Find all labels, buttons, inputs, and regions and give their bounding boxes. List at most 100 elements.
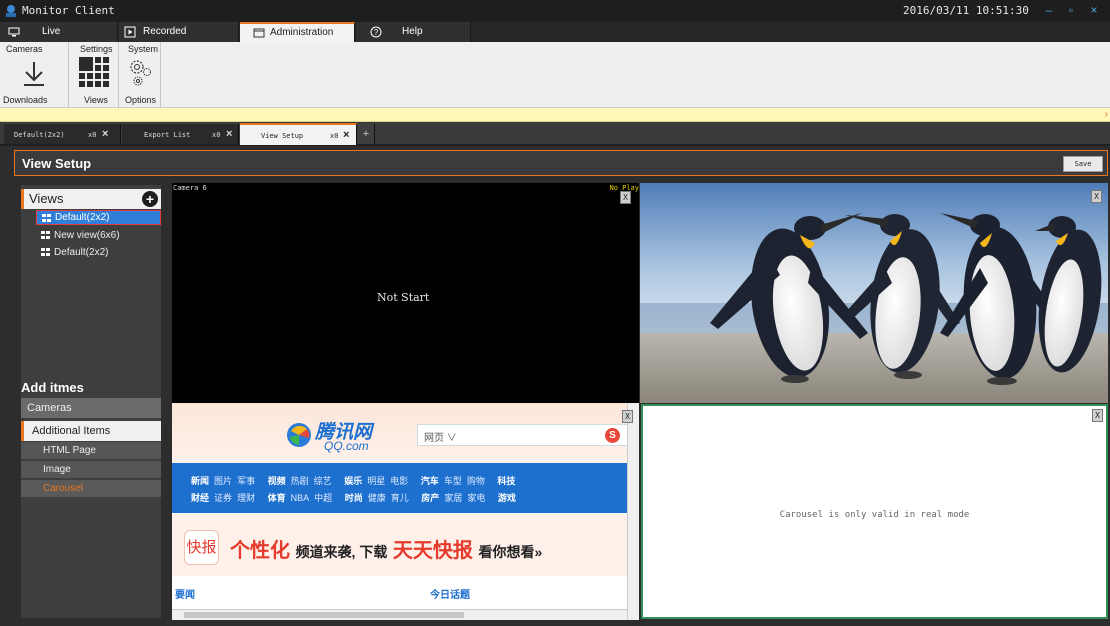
nav-link[interactable]: 购物 bbox=[467, 476, 485, 486]
tab-administration[interactable]: Administration bbox=[240, 22, 355, 42]
options-button[interactable]: Options bbox=[125, 95, 156, 105]
web-nav-row-1: 新闻 图片 军事 视频 热剧 综艺 娱乐 明星 电影 汽车 车型 购物 科技 bbox=[191, 474, 515, 487]
qq-logo-icon bbox=[287, 423, 311, 447]
web-header: 腾讯网 QQ.com 网页 ∨ S bbox=[172, 403, 639, 463]
carousel-message: Carousel is only valid in real mode bbox=[779, 510, 970, 520]
maximize-button[interactable]: ▫ bbox=[1062, 2, 1080, 18]
save-button[interactable]: Save bbox=[1063, 156, 1103, 172]
view-cell-carousel[interactable]: X Carousel is only valid in real mode bbox=[641, 404, 1108, 619]
tab-live[interactable]: Live bbox=[0, 22, 118, 42]
category-cameras[interactable]: Cameras bbox=[21, 398, 161, 418]
nav-link[interactable]: 明星 bbox=[367, 476, 385, 486]
notification-strip: › bbox=[0, 108, 1110, 122]
kuaibao-icon: 快报 bbox=[184, 530, 219, 565]
pin-icon[interactable]: x0 bbox=[330, 132, 338, 140]
ribbon: Cameras Downloads Settings Views System bbox=[0, 42, 1110, 108]
nav-link[interactable]: NBA bbox=[291, 493, 310, 503]
nav-link[interactable]: 车型 bbox=[444, 476, 462, 486]
sub-item-html-page[interactable]: HTML Page bbox=[21, 442, 161, 460]
nav-link[interactable]: 视频 bbox=[268, 476, 286, 486]
web-search-input[interactable]: 网页 ∨ S bbox=[417, 424, 629, 446]
close-icon[interactable]: × bbox=[343, 129, 349, 141]
ribbon-group-cameras: Cameras Downloads bbox=[0, 42, 69, 108]
remove-cell-button[interactable]: X bbox=[620, 191, 631, 204]
chevron-right-icon[interactable]: › bbox=[1105, 108, 1108, 122]
nav-link[interactable]: 房产 bbox=[421, 493, 439, 503]
scroll-thumb[interactable] bbox=[184, 612, 464, 618]
gear-icon[interactable] bbox=[126, 57, 156, 91]
web-nav-row-2: 财经 证券 理财 体育 NBA 中超 时尚 健康 育儿 房产 家居 家电 游戏 bbox=[191, 491, 516, 504]
svg-text:?: ? bbox=[374, 28, 379, 37]
nav-link[interactable]: 军事 bbox=[237, 476, 255, 486]
view-item-default-2x2[interactable]: Default(2x2) bbox=[36, 210, 161, 225]
add-tab-button[interactable]: + bbox=[358, 124, 375, 144]
views-button[interactable]: Views bbox=[84, 95, 108, 105]
view-cell-image[interactable]: X bbox=[640, 183, 1108, 403]
tab-administration-label: Administration bbox=[270, 27, 334, 38]
pin-icon[interactable]: x0 bbox=[212, 131, 220, 139]
nav-link[interactable]: 热剧 bbox=[291, 476, 309, 486]
left-panel: Views + Default(2x2) New view(6x6) Defau… bbox=[21, 185, 161, 618]
add-view-icon[interactable]: + bbox=[142, 191, 158, 207]
page-title: View Setup bbox=[22, 156, 92, 171]
web-nav: 新闻 图片 军事 视频 热剧 综艺 娱乐 明星 电影 汽车 车型 购物 科技 财… bbox=[172, 463, 627, 513]
help-icon: ? bbox=[370, 26, 382, 38]
grid-icon[interactable] bbox=[79, 57, 109, 91]
search-icon[interactable]: S bbox=[605, 428, 620, 443]
web-banner[interactable]: 快报 个性化 频道来袭, 下载 天天快报 看你想看» bbox=[172, 514, 627, 576]
nav-link[interactable]: 时尚 bbox=[345, 493, 363, 503]
minimize-button[interactable]: – bbox=[1040, 2, 1058, 18]
close-icon[interactable]: × bbox=[102, 128, 108, 140]
nav-link[interactable]: 娱乐 bbox=[344, 476, 362, 486]
nav-link[interactable]: 图片 bbox=[214, 476, 232, 486]
nav-link[interactable]: 中超 bbox=[314, 493, 332, 503]
nav-link[interactable]: 游戏 bbox=[498, 493, 516, 503]
topic-heading[interactable]: 今日话题 bbox=[430, 586, 470, 601]
web-search-select[interactable]: 网页 ∨ bbox=[424, 429, 457, 444]
not-start-label: Not Start bbox=[377, 291, 430, 304]
view-cell-html-page[interactable]: 腾讯网 QQ.com 网页 ∨ S 新闻 图片 军事 视频 热剧 综艺 娱乐 明… bbox=[172, 403, 639, 620]
remove-cell-button[interactable]: X bbox=[1091, 190, 1102, 203]
horizontal-scrollbar[interactable] bbox=[172, 609, 627, 620]
nav-link[interactable]: 家居 bbox=[444, 493, 462, 503]
nav-link[interactable]: 电影 bbox=[390, 476, 408, 486]
vertical-scrollbar[interactable] bbox=[627, 403, 639, 620]
nav-link[interactable]: 健康 bbox=[368, 493, 386, 503]
pin-icon[interactable]: x0 bbox=[88, 131, 96, 139]
nav-link[interactable]: 新闻 bbox=[191, 476, 209, 486]
sub-item-carousel[interactable]: Carousel bbox=[21, 480, 161, 498]
nav-link[interactable]: 体育 bbox=[268, 493, 286, 503]
doctab-view-setup[interactable]: View Setup x0 × bbox=[240, 123, 357, 145]
nav-link[interactable]: 综艺 bbox=[314, 476, 332, 486]
nav-link[interactable]: 科技 bbox=[497, 476, 515, 486]
window-title: Monitor Client bbox=[22, 4, 115, 17]
tab-help[interactable]: ? Help bbox=[356, 22, 471, 42]
nav-link[interactable]: 理财 bbox=[237, 493, 255, 503]
news-heading[interactable]: 要闻 bbox=[175, 586, 195, 601]
view-cell-camera[interactable]: Camera 6 No Play X Not Start bbox=[172, 183, 639, 403]
doctab-export-list[interactable]: Export List x0 × bbox=[122, 124, 239, 144]
close-button[interactable]: × bbox=[1085, 2, 1103, 18]
penguins-image bbox=[640, 183, 1108, 403]
tab-recorded[interactable]: Recorded bbox=[119, 22, 239, 42]
nav-link[interactable]: 财经 bbox=[191, 493, 209, 503]
doctab-label: View Setup bbox=[261, 132, 304, 140]
category-additional-items[interactable]: Additional Items bbox=[21, 421, 161, 441]
download-icon[interactable] bbox=[21, 60, 47, 88]
sub-item-label: Image bbox=[43, 464, 71, 475]
tab-live-label: Live bbox=[42, 26, 61, 37]
nav-link[interactable]: 证券 bbox=[214, 493, 232, 503]
nav-link[interactable]: 汽车 bbox=[421, 476, 439, 486]
downloads-button[interactable]: Downloads bbox=[3, 95, 48, 105]
web-logo-sub: QQ.com bbox=[324, 439, 369, 453]
view-item-label: Default(2x2) bbox=[54, 247, 109, 258]
close-icon[interactable]: × bbox=[226, 128, 232, 140]
sub-item-image[interactable]: Image bbox=[21, 461, 161, 479]
view-item-default-2x2-b[interactable]: Default(2x2) bbox=[36, 245, 161, 260]
doctab-default[interactable]: Default(2x2) x0 × bbox=[4, 124, 121, 144]
view-item-new-view-6x6[interactable]: New view(6x6) bbox=[36, 228, 161, 243]
nav-link[interactable]: 家电 bbox=[467, 493, 485, 503]
remove-cell-button[interactable]: X bbox=[622, 410, 633, 423]
remove-cell-button[interactable]: X bbox=[1092, 409, 1103, 422]
nav-link[interactable]: 育儿 bbox=[391, 493, 409, 503]
